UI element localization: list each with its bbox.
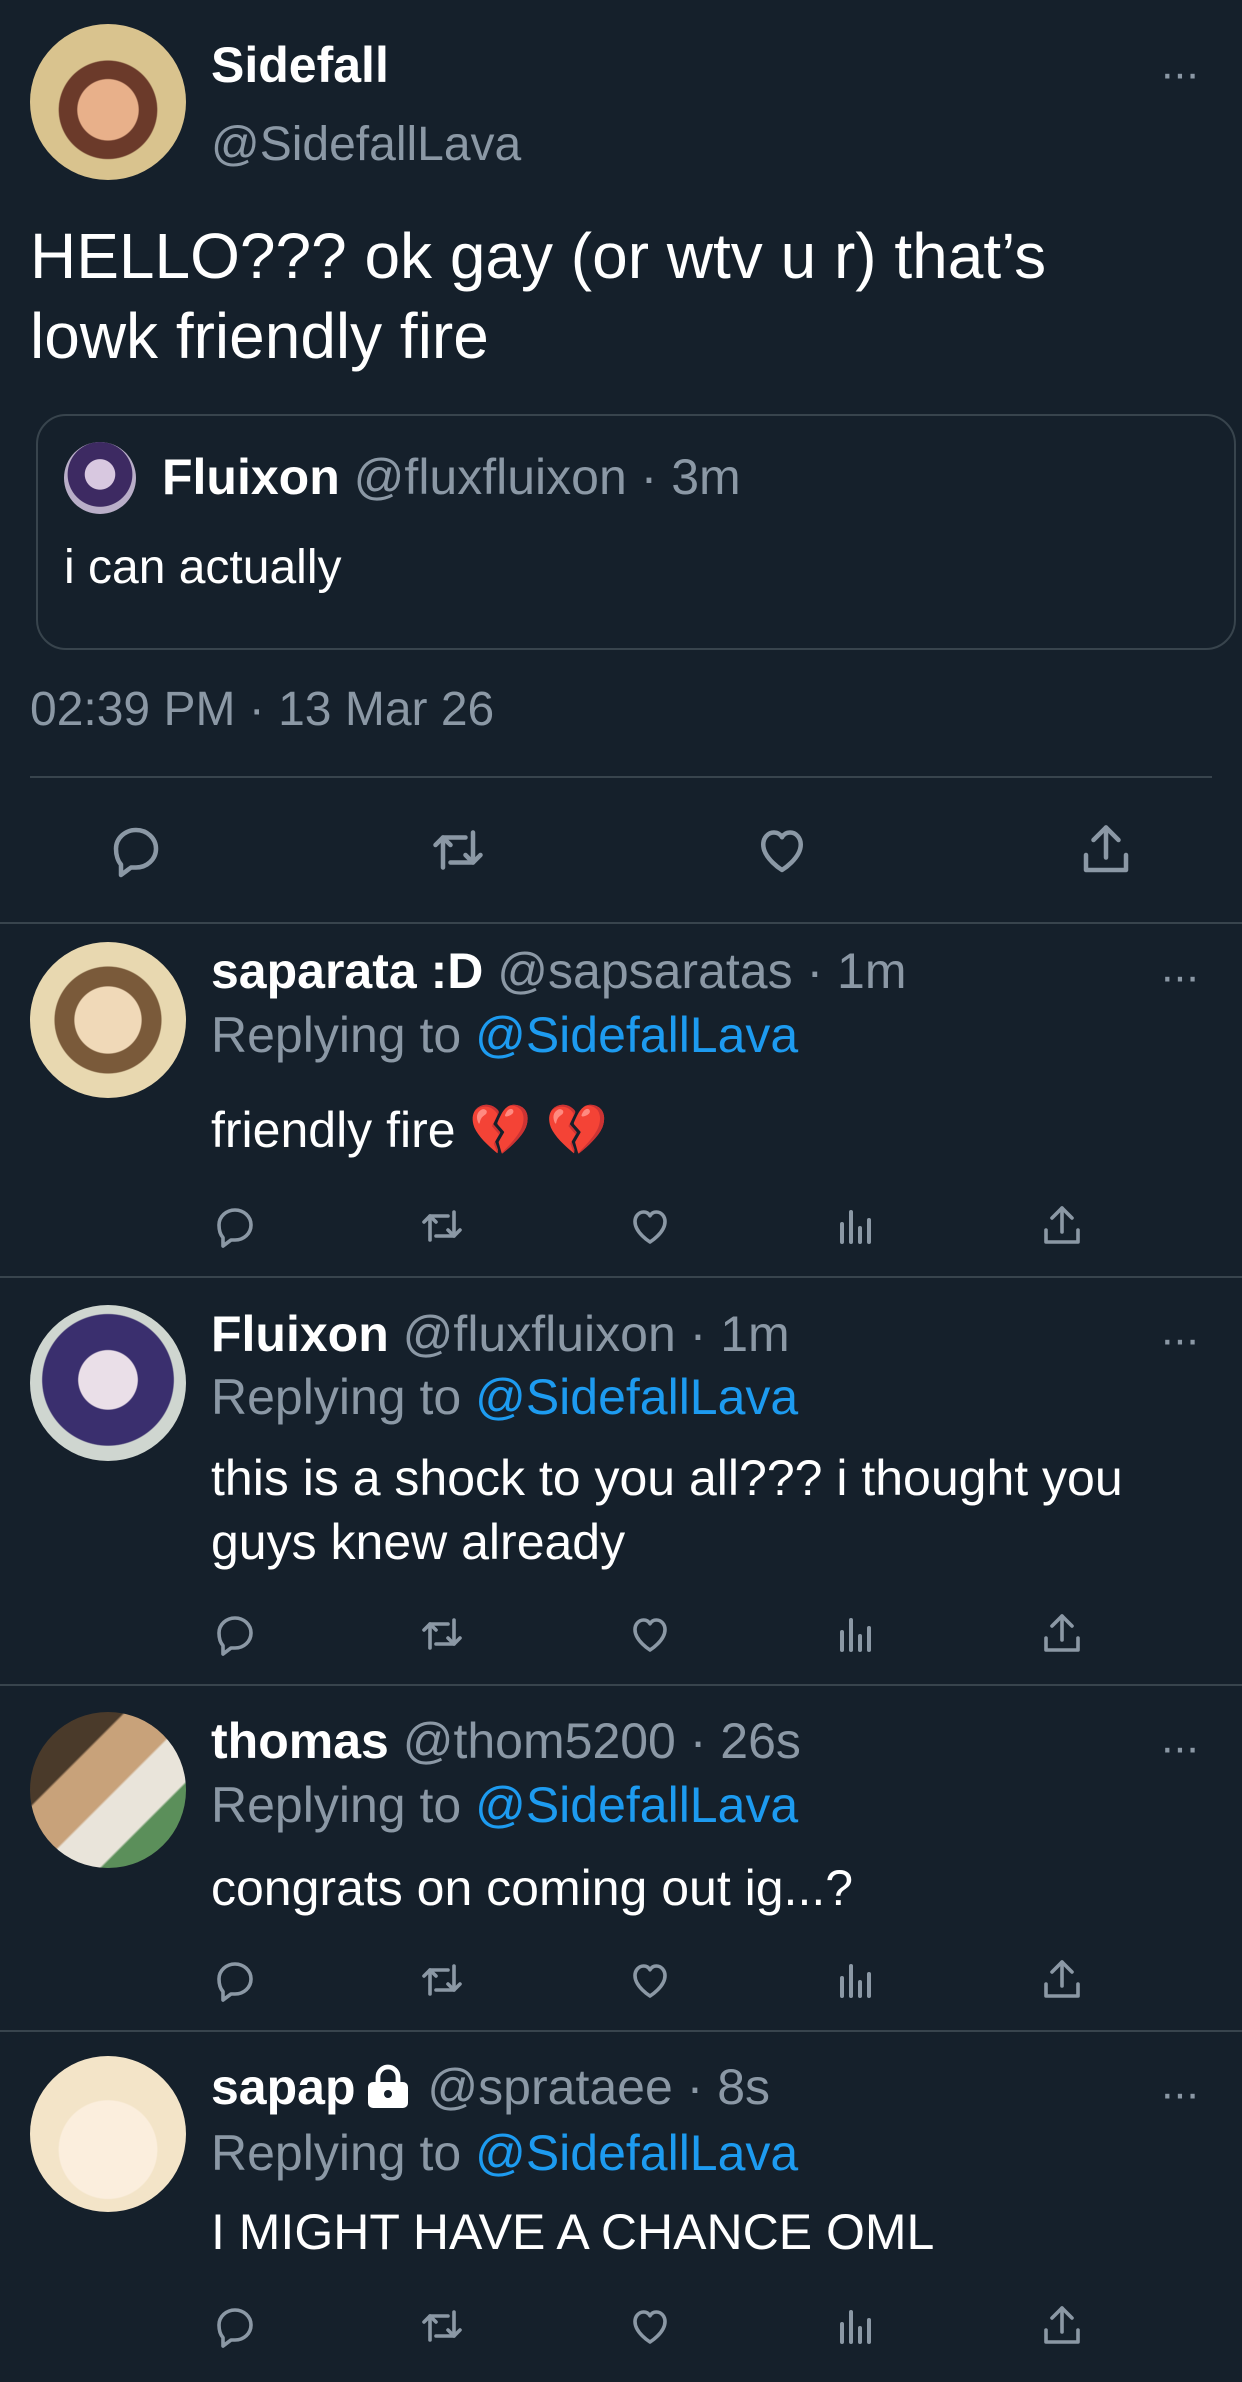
more-icon[interactable]: ··· [1160, 955, 1200, 999]
retweet-icon[interactable] [416, 2302, 468, 2350]
replying-to: Replying to @SidefallLava [211, 2124, 798, 2182]
reply-meta: @sprataee · 8s [427, 2059, 770, 2115]
tweet-text: HELLO??? ok gay (or wtv u r) that’s lowk… [30, 220, 1047, 372]
tweet-timestamp: 02:39 PM · 13 Mar 26 [30, 683, 495, 736]
more-icon[interactable]: ··· [1160, 52, 1200, 96]
views-icon[interactable] [832, 1956, 880, 2004]
reply-icon[interactable] [211, 2302, 259, 2350]
reply-name[interactable]: thomas [211, 1713, 389, 1769]
replying-prefix: Replying to [211, 1007, 462, 1063]
reply-icon[interactable] [211, 1202, 259, 1250]
lock-icon [362, 2062, 414, 2108]
replying-prefix: Replying to [211, 1777, 462, 1833]
more-icon[interactable]: ··· [1160, 2072, 1200, 2116]
quoted-name: Fluixon [162, 449, 340, 505]
like-icon[interactable] [752, 820, 812, 880]
mention-link[interactable]: @SidefallLava [475, 2125, 798, 2181]
mention-link[interactable]: @SidefallLava [475, 1007, 798, 1063]
more-icon[interactable]: ··· [1160, 1318, 1200, 1362]
divider [0, 2030, 1242, 2032]
views-icon[interactable] [832, 1610, 880, 1658]
quoted-avatar [64, 442, 136, 514]
reply-header: Fluixon @fluxfluixon · 1m [211, 1305, 790, 1363]
quoted-header: Fluixon @fluxfluixon · 3m [162, 442, 741, 512]
retweet-icon[interactable] [426, 820, 490, 880]
share-icon[interactable] [1038, 1202, 1086, 1250]
share-icon[interactable] [1038, 1956, 1086, 2004]
reply-text: congrats on coming out ig...? [211, 1860, 854, 1916]
mention-link[interactable]: @SidefallLava [475, 1369, 798, 1425]
reply-meta: @thom5200 · 26s [402, 1713, 801, 1769]
reply-avatar[interactable] [30, 1305, 186, 1461]
reply-name[interactable]: sapap [211, 2059, 356, 2115]
replying-prefix: Replying to [211, 2125, 462, 2181]
more-icon[interactable]: ··· [1160, 1726, 1200, 1770]
author-name[interactable]: Sidefall [211, 36, 389, 94]
share-icon[interactable] [1076, 820, 1136, 880]
divider [0, 1276, 1242, 1278]
quoted-text: i can actually [64, 541, 342, 594]
divider [0, 922, 1242, 924]
reply-text: friendly fire 💔 💔 [211, 1102, 608, 1158]
replying-to: Replying to @SidefallLava [211, 1368, 798, 1426]
author-handle[interactable]: @SidefallLava [211, 117, 521, 172]
mention-link[interactable]: @SidefallLava [475, 1777, 798, 1833]
quoted-meta: @fluxfluixon · 3m [353, 449, 741, 505]
reply-text: this is a shock to you all??? i thought … [211, 1450, 1123, 1570]
reply-meta: @fluxfluixon · 1m [402, 1306, 790, 1362]
like-icon[interactable] [626, 1610, 674, 1658]
views-icon[interactable] [832, 1202, 880, 1250]
replying-to: Replying to @SidefallLava [211, 1776, 798, 1834]
reply-avatar[interactable] [30, 2056, 186, 2212]
tweet-thread: Sidefall @SidefallLava ··· HELLO??? ok g… [0, 0, 1242, 2382]
replying-prefix: Replying to [211, 1369, 462, 1425]
reply-meta: @sapsaratas · 1m [497, 943, 907, 999]
divider [30, 776, 1212, 778]
replying-to: Replying to @SidefallLava [211, 1006, 798, 1064]
divider [0, 1684, 1242, 1686]
author-avatar[interactable] [30, 24, 186, 180]
reply-name[interactable]: saparata :D [211, 943, 483, 999]
reply-header: thomas @thom5200 · 26s [211, 1712, 801, 1770]
reply-icon[interactable] [211, 1610, 259, 1658]
reply-avatar[interactable] [30, 1712, 186, 1868]
like-icon[interactable] [626, 1956, 674, 2004]
views-icon[interactable] [832, 2302, 880, 2350]
reply-header: saparata :D @sapsaratas · 1m [211, 942, 906, 1000]
retweet-icon[interactable] [416, 1202, 468, 1250]
retweet-icon[interactable] [416, 1956, 468, 2004]
retweet-icon[interactable] [416, 1610, 468, 1658]
share-icon[interactable] [1038, 2302, 1086, 2350]
reply-icon[interactable] [106, 820, 166, 880]
share-icon[interactable] [1038, 1610, 1086, 1658]
like-icon[interactable] [626, 2302, 674, 2350]
reply-icon[interactable] [211, 1956, 259, 2004]
reply-name[interactable]: Fluixon [211, 1306, 389, 1362]
reply-text: I MIGHT HAVE A CHANCE OML [211, 2204, 935, 2260]
reply-avatar[interactable] [30, 942, 186, 1098]
reply-header: sapap @sprataee · 8s [211, 2058, 770, 2116]
quoted-tweet[interactable]: Fluixon @fluxfluixon · 3m i can actually [36, 414, 1236, 650]
like-icon[interactable] [626, 1202, 674, 1250]
